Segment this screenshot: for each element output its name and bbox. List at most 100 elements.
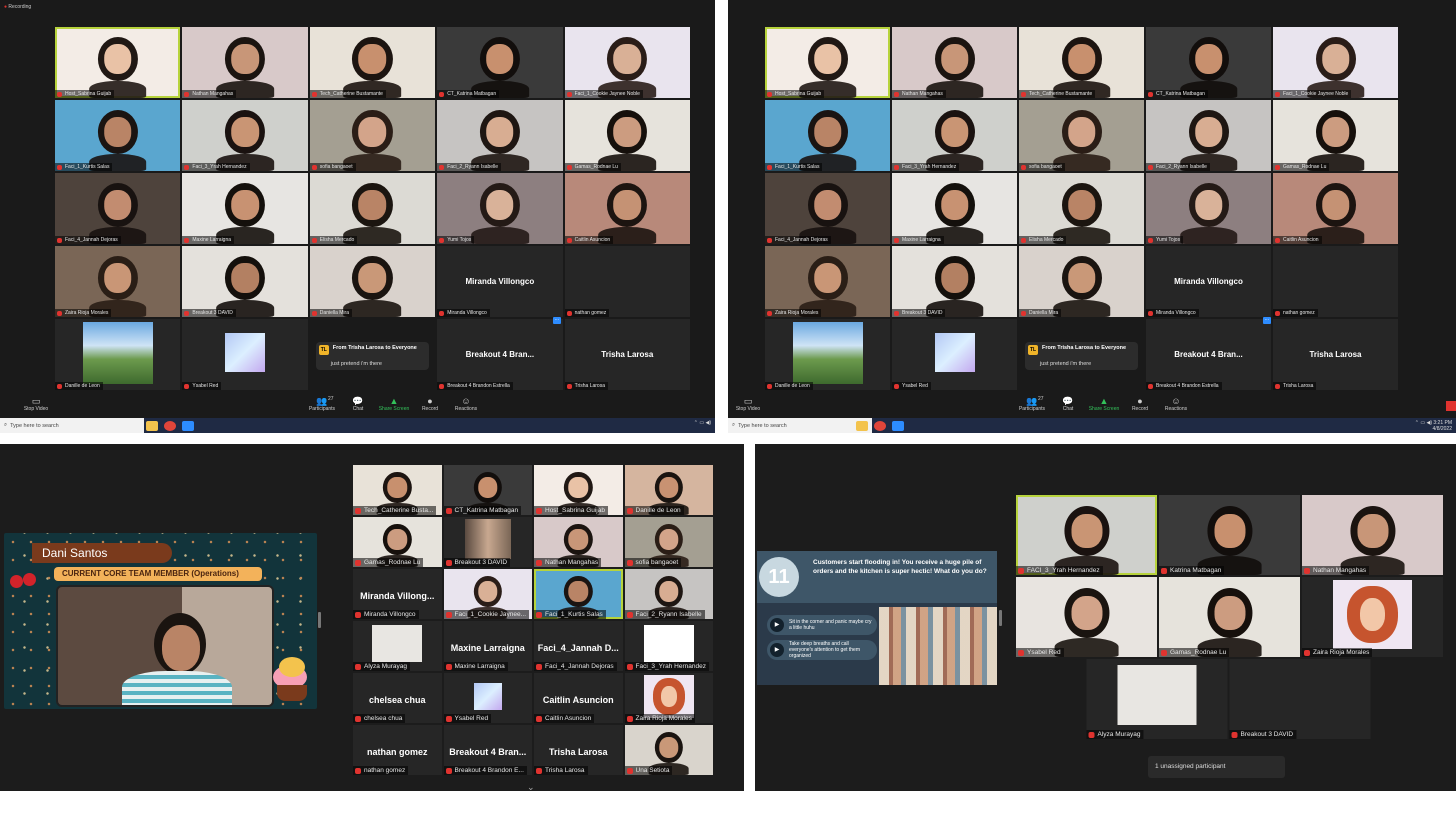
participant-tile[interactable]: Gamas_Rodnae Lu bbox=[353, 517, 442, 567]
participant-tile[interactable]: Nathan Mangahas bbox=[892, 27, 1017, 98]
participant-tile[interactable]: Ysabel Red bbox=[182, 319, 308, 390]
participant-tile[interactable]: Maxine Larraigna bbox=[182, 173, 308, 244]
participant-tile[interactable]: Tech_Catherine Busta... bbox=[353, 465, 442, 515]
participant-tile[interactable]: Faci_2_Ryann Isabelle bbox=[1146, 100, 1271, 171]
participant-tile[interactable]: Maxine Larraigna Maxine Larraigna bbox=[443, 621, 532, 671]
participant-tile[interactable]: Zaira Rioja Morales bbox=[55, 246, 181, 317]
participant-tile[interactable]: Ysabel Red bbox=[892, 319, 1017, 390]
participant-tile[interactable]: sofia bangaoet bbox=[1019, 100, 1144, 171]
participant-tile[interactable]: Faci_1_Cookie Jaynee Noble bbox=[1273, 27, 1398, 98]
participant-tile[interactable]: Alyza Murayag bbox=[353, 621, 442, 671]
participant-tile[interactable]: TL From Trisha Larosa to Everyone just pre… bbox=[1019, 319, 1144, 390]
participant-tile[interactable]: CT_Katrina Matbagan bbox=[443, 465, 532, 515]
participant-tile[interactable]: Faci_1_Kurtis Salas bbox=[55, 100, 181, 171]
chat-notification[interactable]: TL From Trisha Larosa to Everyone just pre… bbox=[315, 341, 430, 370]
participant-tile[interactable]: sofia bangaoet bbox=[624, 517, 713, 567]
participant-tile[interactable]: Daniella Mira bbox=[309, 246, 436, 317]
participant-tile[interactable]: Breakout 3 DAVID bbox=[443, 517, 532, 567]
participant-tile[interactable]: Faci_1_Cookie Jaynee... bbox=[443, 569, 532, 619]
share-screen-button[interactable]: ▲ Share Screen bbox=[1084, 396, 1124, 412]
participant-tile[interactable]: Danille de Leon bbox=[55, 319, 181, 390]
participant-tile[interactable]: Faci_4_Jannah Dejoras bbox=[765, 173, 890, 244]
participant-tile[interactable]: Trisha Larosa Trisha Larosa bbox=[1273, 319, 1398, 390]
participant-tile[interactable]: Yumi Tojos bbox=[1146, 173, 1271, 244]
participant-tile[interactable]: Breakout 4 Bran... Breakout 4 Brandon E..… bbox=[443, 725, 532, 775]
participant-tile[interactable]: Tech_Catherine Bustamante bbox=[309, 27, 436, 98]
participant-tile[interactable]: Gamas_Rodnae Lu bbox=[1159, 577, 1300, 657]
participant-tile[interactable]: Caitlin Asuncion bbox=[1273, 173, 1398, 244]
participant-tile[interactable]: Breakout 3 DAVID bbox=[1229, 659, 1371, 739]
split-handle[interactable] bbox=[999, 610, 1002, 626]
participant-tile[interactable]: Breakout 3 DAVID bbox=[182, 246, 308, 317]
participant-tile[interactable]: Faci_3_Yrah Hernandez bbox=[182, 100, 308, 171]
chevron-down-icon[interactable]: ⌄ bbox=[527, 782, 535, 793]
participant-tile[interactable]: Ysabel Red bbox=[1016, 577, 1157, 657]
participant-tile[interactable]: Host_Sabrina Guijab bbox=[55, 27, 181, 98]
participant-tile[interactable]: Katrina Matbagan bbox=[1159, 495, 1300, 575]
participant-tile[interactable]: chelsea chua chelsea chua bbox=[353, 673, 442, 723]
participant-tile[interactable]: Trisha Larosa Trisha Larosa bbox=[534, 725, 623, 775]
participant-tile[interactable]: Host_Sabrina Guijab bbox=[534, 465, 623, 515]
participant-tile[interactable]: Faci_1_Kurtis Salas bbox=[765, 100, 890, 171]
participant-tile[interactable]: Faci_4_Jannah Dejoras bbox=[55, 173, 181, 244]
reactions-button[interactable]: ☺ Reactions bbox=[1156, 396, 1196, 412]
participant-tile[interactable]: Faci_2_Ryann Isabelle bbox=[624, 569, 713, 619]
participant-tile[interactable]: Miranda Villongco Miranda Villongco bbox=[437, 246, 563, 317]
participant-tile[interactable]: Una Setiota bbox=[624, 725, 713, 775]
participant-tile[interactable]: Faci_3_Yrah Hernandez bbox=[624, 621, 713, 671]
stop-video-button[interactable]: ▭ Stop Video bbox=[16, 396, 56, 412]
taskbar-search[interactable]: ⌕ Type here to search bbox=[728, 418, 872, 433]
chrome-icon[interactable] bbox=[874, 421, 886, 431]
stop-video-button[interactable]: ▭ Stop Video bbox=[728, 396, 768, 412]
participant-tile[interactable]: Caitlin Asuncion bbox=[564, 173, 690, 244]
participant-tile[interactable]: Zaira Rioja Morales bbox=[765, 246, 890, 317]
participant-tile[interactable]: Alyza Murayag bbox=[1086, 659, 1228, 739]
participant-tile[interactable]: Faci_2_Ryann Isabelle bbox=[437, 100, 563, 171]
leave-button[interactable] bbox=[1446, 401, 1456, 411]
participant-tile[interactable]: Breakout 4 Bran... Breakout 4 Brandon Est… bbox=[437, 319, 563, 390]
participant-tile[interactable]: nathan gomez nathan gomez bbox=[353, 725, 442, 775]
participant-tile[interactable]: Elisha Mercado bbox=[1019, 173, 1144, 244]
participant-tile[interactable]: Zaira Rioja Morales bbox=[624, 673, 713, 723]
zoom-app-icon[interactable] bbox=[892, 421, 904, 431]
participant-tile[interactable]: Breakout 4 Bran... Breakout 4 Brandon Est… bbox=[1146, 319, 1271, 390]
participant-tile[interactable]: Miranda Villongco Miranda Villongco bbox=[1146, 246, 1271, 317]
participant-tile[interactable]: Faci_1_Cookie Jaynee Noble bbox=[564, 27, 690, 98]
split-handle[interactable] bbox=[318, 612, 321, 628]
participants-button[interactable]: 👥 Participants 27 bbox=[302, 396, 342, 412]
participant-tile[interactable]: Maxine Larraigna bbox=[892, 173, 1017, 244]
record-button[interactable]: ● Record bbox=[1120, 396, 1160, 412]
participant-tile[interactable]: Gamas_Rodnae Lu bbox=[1273, 100, 1398, 171]
taskbar-search[interactable]: ⌕ Type here to search bbox=[0, 418, 144, 433]
participant-tile[interactable]: Faci_4_Jannah D... Faci_4_Jannah Dejoras bbox=[534, 621, 623, 671]
participant-tile[interactable]: nathan gomez bbox=[564, 246, 690, 317]
participant-tile[interactable]: Danille de Leon bbox=[624, 465, 713, 515]
participant-tile[interactable]: Elisha Mercado bbox=[309, 173, 436, 244]
chat-button[interactable]: 💬 Chat bbox=[1048, 396, 1088, 412]
participant-tile[interactable]: Tech_Catherine Bustamante bbox=[1019, 27, 1144, 98]
participant-tile[interactable]: sofia bangaoet bbox=[309, 100, 436, 171]
participant-tile[interactable]: nathan gomez bbox=[1273, 246, 1398, 317]
participant-tile[interactable]: Breakout 3 DAVID bbox=[892, 246, 1017, 317]
zoom-app-icon[interactable] bbox=[182, 421, 194, 431]
participant-tile[interactable]: Trisha Larosa Trisha Larosa bbox=[564, 319, 690, 390]
participant-tile[interactable]: Faci_3_Yrah Hernandez bbox=[892, 100, 1017, 171]
participant-tile[interactable]: Danille de Leon bbox=[765, 319, 890, 390]
file-explorer-icon[interactable] bbox=[146, 421, 158, 431]
participant-tile[interactable]: TL From Trisha Larosa to Everyone just pre… bbox=[309, 319, 436, 390]
chat-notification[interactable]: TL From Trisha Larosa to Everyone just pre… bbox=[1025, 341, 1138, 370]
more-options-icon[interactable]: ⋯ bbox=[1263, 317, 1271, 324]
unassigned-participant-notice[interactable]: 1 unassigned participant bbox=[1148, 756, 1285, 778]
reactions-button[interactable]: ☺ Reactions bbox=[446, 396, 486, 412]
participant-tile[interactable]: Nathan Mangahas bbox=[534, 517, 623, 567]
record-button[interactable]: ● Record bbox=[410, 396, 450, 412]
participant-tile[interactable]: FACI_3_Yrah Hernandez bbox=[1016, 495, 1157, 575]
participant-tile[interactable]: Faci_1_Kurtis Salas bbox=[534, 569, 623, 619]
chrome-icon[interactable] bbox=[164, 421, 176, 431]
participant-tile[interactable]: Miranda Villong... Miranda Villongco bbox=[353, 569, 442, 619]
chat-button[interactable]: 💬 Chat bbox=[338, 396, 378, 412]
file-explorer-icon[interactable] bbox=[856, 421, 868, 431]
participant-tile[interactable]: Yumi Tojos bbox=[437, 173, 563, 244]
participant-tile[interactable]: CT_Katrina Matbagan bbox=[437, 27, 563, 98]
share-screen-button[interactable]: ▲ Share Screen bbox=[374, 396, 414, 412]
